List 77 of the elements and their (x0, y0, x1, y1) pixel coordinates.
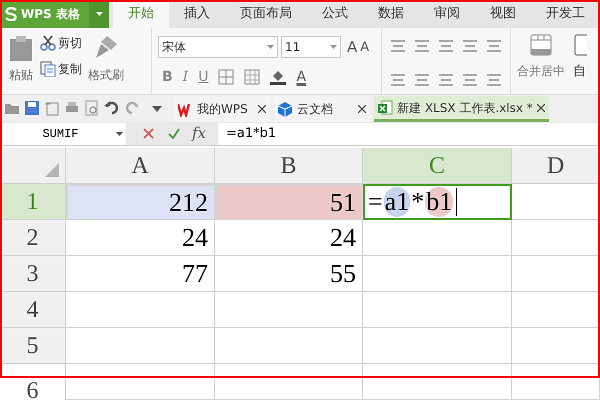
fill-bucket-icon[interactable] (270, 69, 286, 85)
document-tab[interactable]: 我的WPS (174, 96, 270, 122)
font-name-field[interactable]: 宋体 (158, 36, 278, 58)
logo-icon[interactable] (5, 7, 17, 21)
cube-icon[interactable] (278, 102, 293, 116)
formula-token: = (367, 187, 384, 217)
table-cell: 24 (215, 220, 363, 256)
table-cell: 55 (215, 256, 363, 292)
cancel-icon[interactable] (143, 128, 154, 139)
dropdown-caret-icon[interactable] (152, 106, 162, 112)
paste-button[interactable]: 粘贴 (8, 34, 34, 94)
format-painter-button[interactable]: 格式刷 (88, 34, 124, 94)
merge-cells-icon[interactable] (530, 34, 552, 56)
copy-icon[interactable] (40, 61, 56, 77)
close-icon[interactable] (537, 104, 545, 112)
row-header[interactable]: 6 (0, 364, 66, 400)
scissors-icon[interactable] (40, 35, 56, 51)
spreadsheet-icon[interactable] (378, 100, 393, 115)
column-header[interactable]: D (512, 148, 600, 184)
font-size-field[interactable]: 11 (281, 36, 341, 58)
print-preview-icon[interactable] (84, 100, 100, 116)
row-header[interactable]: 4 (0, 292, 66, 328)
align-icon[interactable] (414, 74, 430, 86)
table-cell: 51 (215, 184, 363, 220)
formula-token: a1 (384, 187, 410, 217)
text-cursor (456, 188, 458, 216)
row-header[interactable]: 3 (0, 256, 66, 292)
column-header[interactable]: A (66, 148, 215, 184)
caret-icon[interactable] (116, 132, 123, 136)
app-menu-dropdown[interactable] (89, 0, 109, 28)
align-icon[interactable] (390, 40, 406, 52)
ribbon-tab[interactable]: 公式 (307, 0, 363, 28)
fill-grid-icon[interactable] (244, 69, 260, 85)
merge-center-button[interactable]: 合并居中 (511, 28, 571, 94)
copy-button[interactable]: 复制 (40, 60, 82, 78)
wps-logo-icon[interactable] (178, 102, 193, 116)
table-cell: 77 (66, 256, 215, 292)
save-icon[interactable] (24, 100, 40, 116)
ribbon-tab[interactable]: 数据 (363, 0, 419, 28)
function-button[interactable]: fx (192, 122, 206, 145)
ribbon-tab[interactable]: 开始 (113, 0, 169, 28)
cut-button[interactable]: 剪切 (40, 34, 82, 52)
align-icon[interactable] (486, 40, 502, 52)
caret-icon[interactable] (96, 12, 103, 16)
ribbon-tab[interactable]: 审阅 (419, 0, 475, 28)
ribbon-tab[interactable]: 插入 (169, 0, 225, 28)
align-icon[interactable] (438, 74, 454, 86)
formula-token: * (410, 187, 426, 217)
table-cell: 212 (66, 184, 215, 220)
row-header[interactable]: 5 (0, 328, 66, 364)
align-icon[interactable] (438, 40, 454, 52)
clipboard-icon[interactable] (8, 34, 34, 62)
shrink-font-button[interactable]: A (360, 38, 370, 57)
document-tab[interactable]: 新建 XLSX 工作表.xlsx * (374, 96, 549, 122)
close-icon[interactable] (258, 105, 266, 113)
borders-icon[interactable] (218, 69, 234, 85)
row-header[interactable]: 2 (0, 220, 66, 256)
name-box[interactable]: SUMIF (2, 122, 126, 144)
ribbon-tab[interactable]: 页面布局 (225, 0, 307, 28)
grow-font-button[interactable]: A (347, 36, 358, 58)
column-header[interactable]: B (215, 148, 363, 184)
align-icon[interactable] (390, 74, 406, 86)
align-icon[interactable] (462, 74, 478, 86)
ribbon-tab[interactable]: 开发工 (531, 0, 600, 28)
document-tab[interactable]: 云文档 (274, 96, 370, 122)
undo-icon[interactable] (104, 100, 120, 116)
align-icon[interactable] (414, 40, 430, 52)
ribbon-tab[interactable]: 视图 (475, 0, 531, 28)
check-icon[interactable] (168, 128, 180, 139)
close-icon[interactable] (358, 105, 366, 113)
formula-token: b1 (425, 187, 454, 217)
wrap-text-button[interactable]: 自 (571, 28, 587, 94)
font-color-button[interactable]: A (296, 66, 306, 88)
align-icon[interactable] (462, 40, 478, 52)
table-cell: 24 (66, 220, 215, 256)
formula-input[interactable]: =a1*b1 (218, 122, 600, 144)
align-icon[interactable] (486, 74, 502, 86)
